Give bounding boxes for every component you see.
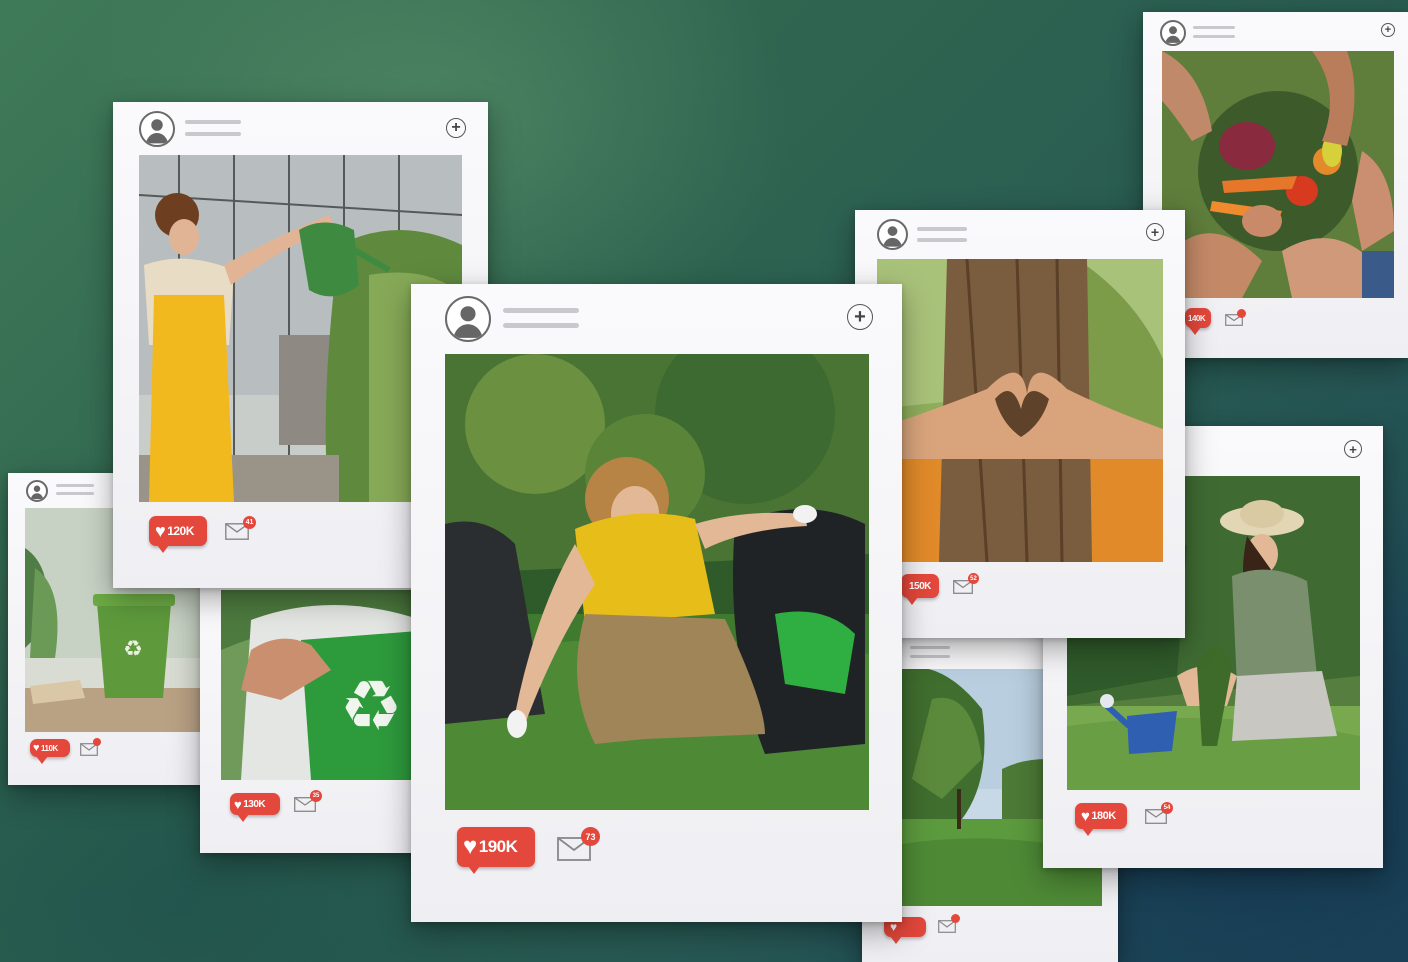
comment-count-badge: 73	[581, 827, 600, 846]
plus-circle-icon[interactable]: +	[847, 304, 873, 330]
likes-badge[interactable]: ♥ 120K	[149, 516, 207, 553]
comment-count-badge: 35	[310, 790, 322, 802]
post-card-recycle-shirt: ♻ ♥ 130K 35	[200, 575, 440, 853]
username-placeholder	[910, 646, 950, 658]
user-avatar-icon[interactable]	[139, 111, 175, 147]
plus-circle-icon[interactable]: +	[1381, 23, 1395, 37]
likes-count: 190K	[478, 837, 518, 856]
post-photo-recycle-shirt[interactable]: ♻	[221, 590, 440, 780]
likes-count: 150K	[909, 580, 931, 592]
likes-badge[interactable]: 150K	[901, 574, 939, 605]
username-placeholder	[917, 227, 967, 242]
comment-count-badge: 41	[243, 516, 256, 529]
likes-count: 140K	[1188, 313, 1206, 323]
post-photo-vegetables[interactable]	[1162, 51, 1394, 298]
comment-count-badge	[951, 914, 960, 923]
heart-icon: ♥	[1081, 807, 1090, 825]
user-avatar-icon[interactable]	[1160, 20, 1186, 46]
likes-badge[interactable]: ♥ 180K	[1075, 803, 1127, 836]
user-avatar-icon[interactable]	[877, 219, 908, 250]
svg-text:♻: ♻	[123, 637, 143, 662]
comment-count-badge: 52	[968, 573, 979, 584]
user-avatar-icon[interactable]	[26, 480, 48, 502]
heart-icon: ♥	[463, 833, 477, 860]
likes-badge[interactable]: ♥ 190K	[457, 827, 535, 874]
username-placeholder	[56, 484, 94, 495]
username-placeholder	[185, 120, 241, 136]
username-placeholder	[503, 308, 579, 328]
comment-count-badge	[93, 738, 101, 746]
plus-circle-icon[interactable]: +	[1344, 440, 1362, 458]
heart-icon: ♥	[234, 796, 242, 812]
likes-count: 180K	[1091, 810, 1116, 822]
likes-count: 110K	[41, 743, 58, 753]
post-card-cleanup: + ♥ 190K 73	[411, 284, 902, 922]
likes-badge[interactable]: ♥ 110K	[30, 739, 70, 764]
heart-icon: ♥	[155, 520, 166, 541]
post-photo-tree-heart[interactable]	[877, 259, 1163, 562]
plus-circle-icon[interactable]: +	[446, 118, 466, 138]
heart-icon: ♥	[33, 742, 40, 754]
likes-badge[interactable]: 140K	[1185, 308, 1211, 335]
username-placeholder	[1193, 26, 1235, 38]
comment-count-badge	[1237, 309, 1246, 318]
heart-icon: ♥	[890, 920, 897, 934]
likes-count: 130K	[243, 798, 266, 810]
post-photo-cleanup[interactable]	[445, 354, 869, 810]
likes-count: 120K	[167, 524, 194, 538]
post-card-tree-heart: + 150K 52	[855, 210, 1185, 638]
svg-text:♻: ♻	[340, 665, 403, 747]
likes-badge[interactable]: ♥ 130K	[230, 793, 280, 822]
user-avatar-icon[interactable]	[445, 296, 491, 342]
comment-count-badge: 54	[1161, 802, 1173, 814]
plus-circle-icon[interactable]: +	[1146, 223, 1164, 241]
